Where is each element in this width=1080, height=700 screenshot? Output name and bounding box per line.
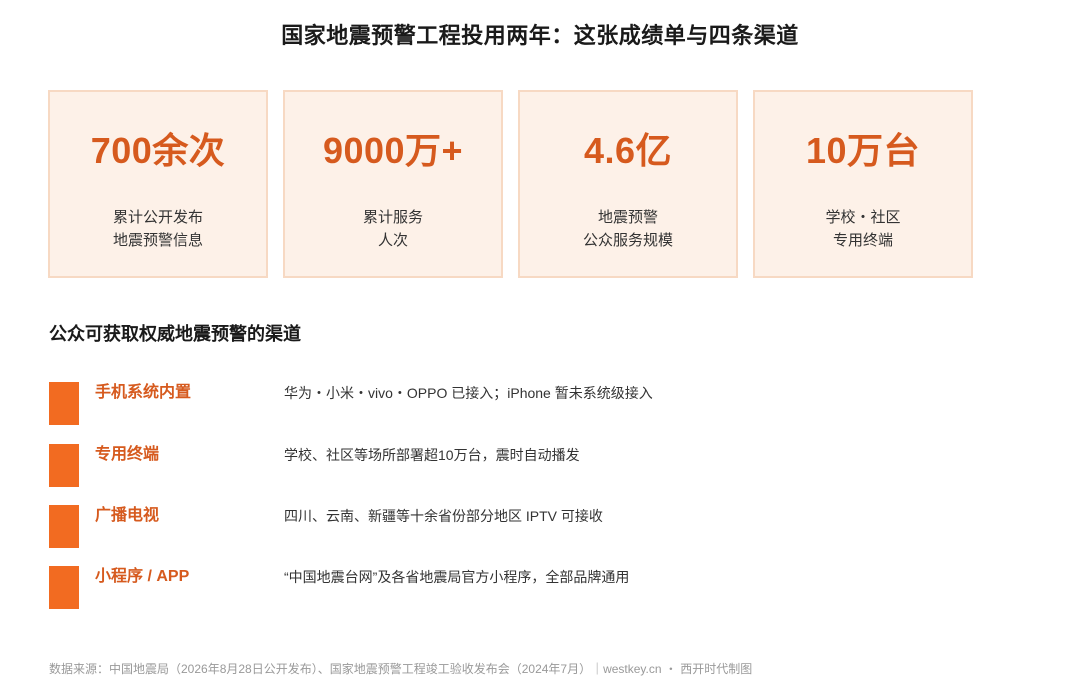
stat-label-line: 地震预警 bbox=[597, 209, 658, 226]
section-title: 公众可获取权威地震预警的渠道 bbox=[49, 324, 301, 344]
stat-label: 地震预警 公众服务规模 bbox=[520, 206, 736, 252]
stat-value: 9000万+ bbox=[322, 130, 464, 171]
channel-name: 手机系统内置 bbox=[95, 384, 192, 401]
stat-label-line: 人次 bbox=[377, 232, 408, 249]
channel-name: 小程序 / APP bbox=[95, 568, 190, 585]
stat-card-service-scale: 4.6亿 地震预警 公众服务规模 bbox=[518, 90, 738, 278]
stat-label-line: 累计服务 bbox=[362, 209, 423, 226]
stat-card-terminals: 10万台 学校・社区 专用终端 bbox=[753, 90, 973, 278]
stat-label-line: 累计公开发布 bbox=[112, 209, 203, 226]
stat-label-line: 地震预警信息 bbox=[112, 232, 203, 249]
channel-row: 广播电视 四川、云南、新疆等十余省份部分地区 IPTV 可接收 bbox=[49, 505, 1009, 549]
channel-desc: 华为・小米・vivo・OPPO 已接入；iPhone 暂未系统级接入 bbox=[284, 385, 653, 401]
stats-grid: 700余次 累计公开发布 地震预警信息 9000万+ 累计服务 人次 4.6亿 … bbox=[48, 90, 978, 282]
page-title: 国家地震预警工程投用两年：这张成绩单与四条渠道 bbox=[281, 23, 799, 48]
stat-label-line: 专用终端 bbox=[832, 232, 893, 249]
channel-marker bbox=[49, 382, 79, 425]
stat-label-line: 公众服务规模 bbox=[582, 232, 673, 249]
channel-marker bbox=[49, 505, 79, 548]
channel-desc: 四川、云南、新疆等十余省份部分地区 IPTV 可接收 bbox=[284, 508, 603, 524]
stat-value: 700余次 bbox=[90, 130, 226, 171]
channel-row: 专用终端 学校、社区等场所部署超10万台，震时自动播发 bbox=[49, 444, 1009, 488]
stat-label-line: 学校・社区 bbox=[825, 209, 901, 226]
channel-name: 专用终端 bbox=[95, 446, 160, 463]
channel-marker bbox=[49, 566, 79, 609]
channel-name: 广播电视 bbox=[95, 507, 160, 524]
stat-card-alerts: 700余次 累计公开发布 地震预警信息 bbox=[48, 90, 268, 278]
channel-desc: “中国地震台网”及各省地震局官方小程序，全部品牌通用 bbox=[284, 569, 630, 585]
stat-label: 累计公开发布 地震预警信息 bbox=[50, 206, 266, 252]
stat-card-service-count: 9000万+ 累计服务 人次 bbox=[283, 90, 503, 278]
stat-value: 4.6亿 bbox=[583, 130, 673, 171]
channel-marker bbox=[49, 444, 79, 487]
channel-row: 手机系统内置 华为・小米・vivo・OPPO 已接入；iPhone 暂未系统级接… bbox=[49, 382, 1009, 426]
channel-row: 小程序 / APP “中国地震台网”及各省地震局官方小程序，全部品牌通用 bbox=[49, 566, 1009, 610]
stat-value: 10万台 bbox=[805, 130, 921, 171]
source-footer: 数据来源：中国地震局（2026年8月28日公开发布）、国家地震预警工程竣工验收发… bbox=[49, 662, 753, 676]
stat-label: 累计服务 人次 bbox=[285, 206, 501, 252]
channel-desc: 学校、社区等场所部署超10万台，震时自动播发 bbox=[284, 447, 580, 463]
stat-label: 学校・社区 专用终端 bbox=[755, 206, 971, 252]
